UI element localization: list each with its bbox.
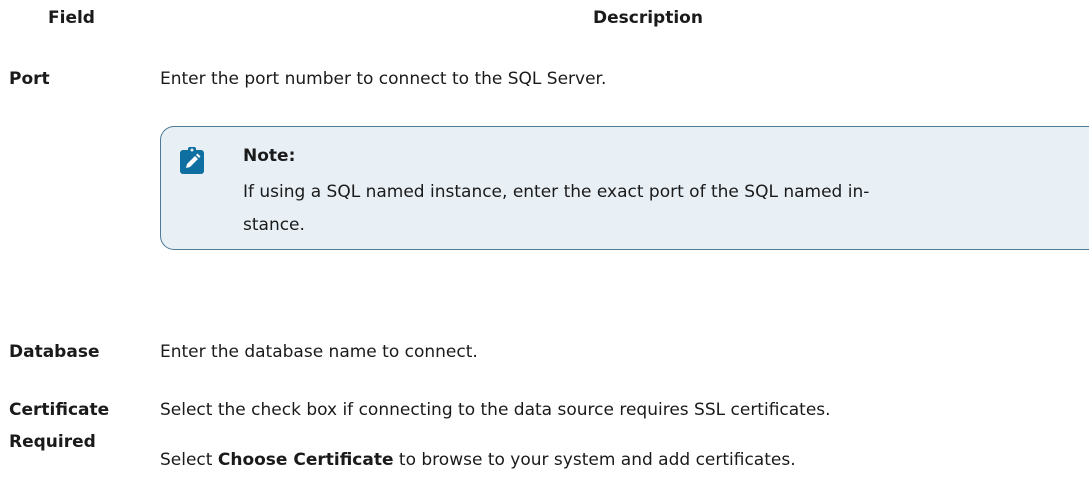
note-text-line-2: stance.: [243, 215, 305, 235]
note-callout: Note: If using a SQL named instance, ent…: [160, 126, 1089, 250]
field-database: Database: [9, 342, 100, 362]
description-certificate-line-2: Select Choose Certificate to browse to y…: [160, 450, 796, 470]
field-certificate-line-2: Required: [9, 432, 96, 453]
description-certificate-prefix: Select: [160, 450, 218, 470]
description-database: Enter the database name to connect.: [160, 342, 478, 362]
fields-table: { "table": { "header": { "field": "Field…: [0, 0, 1089, 483]
field-certificate-line-1: Certificate: [9, 400, 110, 420]
field-certificate-required: Certificate Required: [9, 400, 109, 453]
description-certificate-line-1: Select the check box if connecting to th…: [160, 400, 831, 420]
field-port: Port: [9, 69, 50, 89]
note-text-line-1: If using a SQL named instance, enter the…: [243, 182, 870, 202]
pencil-note-icon: [179, 147, 205, 175]
choose-certificate-label: Choose Certificate: [217, 450, 394, 470]
column-header-field: Field: [48, 8, 95, 28]
description-port: Enter the port number to connect to the …: [160, 69, 607, 89]
note-title: Note:: [243, 146, 296, 166]
column-header-description: Description: [593, 8, 703, 28]
description-certificate-suffix: to browse to your system and add certifi…: [393, 450, 796, 470]
note-text: If using a SQL named instance, enter the…: [243, 176, 1089, 242]
